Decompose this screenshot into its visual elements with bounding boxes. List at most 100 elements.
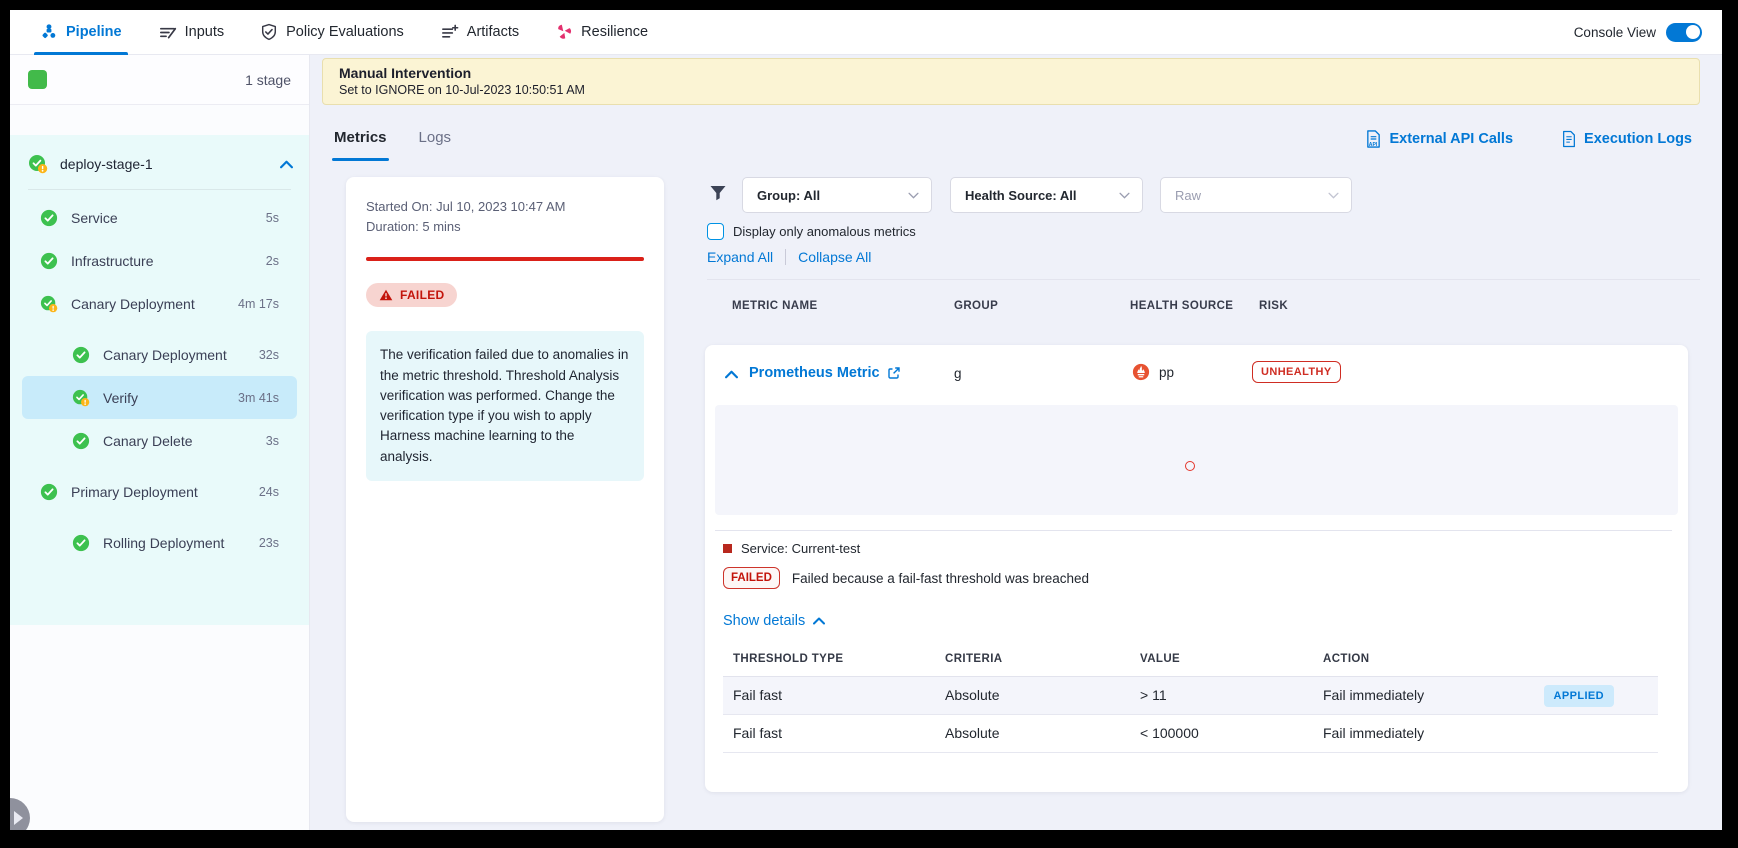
- threshold-table-header: THRESHOLD TYPE CRITERIA VALUE ACTION: [723, 651, 1658, 677]
- threshold-type-cell: Fail fast: [733, 725, 782, 741]
- stage-section: deploy-stage-1 Service 5s Infrastructure…: [10, 135, 309, 625]
- step-row-verify[interactable]: Verify 3m 41s: [22, 376, 297, 419]
- artifacts-icon: [440, 23, 459, 42]
- step-row-rolling-deployment[interactable]: Rolling Deployment 23s: [22, 521, 297, 564]
- link-label: Execution Logs: [1584, 131, 1692, 147]
- filter-funnel-icon[interactable]: [708, 183, 728, 203]
- console-view-label: Console View: [1574, 25, 1656, 40]
- step-duration: 4m 17s: [238, 297, 279, 311]
- metric-name-link[interactable]: Prometheus Metric: [749, 365, 901, 381]
- step-duration: 3m 41s: [238, 391, 279, 405]
- show-details-label: Show details: [723, 613, 805, 629]
- main-content: Manual Intervention Set to IGNORE on 10-…: [310, 55, 1722, 830]
- step-duration: 24s: [259, 485, 279, 499]
- prometheus-icon: [1132, 363, 1150, 381]
- svg-text:API: API: [1369, 142, 1378, 148]
- step-duration: 2s: [266, 254, 279, 268]
- col-criteria: CRITERIA: [945, 653, 1003, 665]
- chevron-down-icon: [1328, 192, 1339, 199]
- tab-label: Policy Evaluations: [286, 24, 404, 40]
- step-row-canary-delete[interactable]: Canary Delete 3s: [22, 419, 297, 462]
- action-cell: Fail immediately: [1323, 725, 1424, 741]
- criteria-cell: Absolute: [945, 687, 999, 703]
- anomalous-data-point[interactable]: [1185, 461, 1195, 471]
- stage-summary-row: 1 stage: [10, 55, 309, 105]
- external-api-calls-link[interactable]: API External API Calls: [1365, 129, 1513, 149]
- threshold-row: Fail fast Absolute < 100000 Fail immedia…: [723, 715, 1658, 753]
- policy-shield-check-icon: [260, 23, 278, 41]
- step-label: Canary Deployment: [103, 347, 227, 363]
- select-value: Health Source: All: [965, 188, 1076, 203]
- raw-filter-select[interactable]: Raw: [1160, 177, 1352, 213]
- tab-label: Artifacts: [467, 24, 519, 40]
- anomalous-metrics-checkbox[interactable]: [707, 223, 724, 240]
- step-row-infrastructure[interactable]: Infrastructure 2s: [22, 239, 297, 282]
- col-risk: RISK: [1259, 300, 1288, 312]
- risk-badge: UNHEALTHY: [1252, 361, 1341, 383]
- health-source-filter-select[interactable]: Health Source: All: [950, 177, 1143, 213]
- top-navigation: Pipeline Inputs Policy Evaluations Artif…: [10, 10, 1722, 55]
- value-cell: > 11: [1140, 687, 1167, 703]
- step-label: Canary Deployment: [71, 296, 195, 312]
- success-warning-icon: [72, 389, 90, 407]
- toggle-knob: [1686, 25, 1700, 39]
- stage-count: 1 stage: [245, 72, 291, 88]
- tab-metrics[interactable]: Metrics: [332, 117, 389, 161]
- check-circle-icon: [40, 209, 58, 227]
- col-health-source: HEALTH SOURCE: [1130, 300, 1233, 312]
- tab-logs[interactable]: Logs: [417, 117, 454, 161]
- applied-badge: APPLIED: [1544, 685, 1614, 707]
- step-label: Verify: [103, 390, 138, 406]
- step-duration: 5s: [266, 211, 279, 225]
- step-row-canary-deployment[interactable]: Canary Deployment 32s: [22, 333, 297, 376]
- tab-artifacts[interactable]: Artifacts: [440, 10, 519, 55]
- criteria-cell: Absolute: [945, 725, 999, 741]
- verification-summary-card: Started On: Jul 10, 2023 10:47 AM Durati…: [346, 177, 664, 822]
- tab-policy-evaluations[interactable]: Policy Evaluations: [260, 10, 404, 55]
- metric-chart-area: [715, 405, 1678, 515]
- tab-pipeline[interactable]: Pipeline: [40, 10, 122, 55]
- select-placeholder: Raw: [1175, 188, 1201, 203]
- threshold-table: THRESHOLD TYPE CRITERIA VALUE ACTION Fai…: [723, 651, 1658, 753]
- show-details-link[interactable]: Show details: [723, 613, 825, 629]
- step-label: Infrastructure: [71, 253, 153, 269]
- check-circle-icon: [40, 252, 58, 270]
- step-label: Rolling Deployment: [103, 535, 224, 551]
- threshold-type-cell: Fail fast: [733, 687, 782, 703]
- metric-table-header-row: METRIC NAME GROUP HEALTH SOURCE RISK: [310, 300, 1722, 320]
- value-cell: < 100000: [1140, 725, 1199, 741]
- step-row-canary-deployment-group[interactable]: Canary Deployment 4m 17s: [22, 282, 297, 325]
- chevron-down-icon: [908, 192, 919, 199]
- anomalous-metrics-label: Display only anomalous metrics: [733, 224, 916, 239]
- tab-inputs[interactable]: Inputs: [158, 10, 225, 55]
- step-row-service[interactable]: Service 5s: [22, 196, 297, 239]
- divider: [715, 530, 1672, 531]
- col-action: ACTION: [1323, 653, 1369, 665]
- check-circle-icon: [72, 432, 90, 450]
- resilience-chaos-icon: [555, 23, 573, 41]
- step-row-primary-deployment-group[interactable]: Primary Deployment 24s: [22, 470, 297, 513]
- group-filter-select[interactable]: Group: All: [742, 177, 932, 213]
- collapse-chevron-up-icon[interactable]: [725, 370, 738, 379]
- metrics-logs-tabs: Metrics Logs: [332, 117, 453, 161]
- check-circle-icon: [72, 346, 90, 364]
- check-circle-icon: [72, 534, 90, 552]
- execution-sidebar: 1 stage deploy-stage-1 Service 5s Infr: [10, 55, 310, 830]
- console-view-toggle[interactable]: [1666, 23, 1702, 42]
- manual-intervention-banner: Manual Intervention Set to IGNORE on 10-…: [322, 58, 1700, 105]
- link-label: External API Calls: [1389, 131, 1513, 147]
- expand-right-arrow-icon: [14, 811, 23, 825]
- execution-logs-link[interactable]: Execution Logs: [1561, 129, 1692, 149]
- health-source-label: pp: [1159, 365, 1174, 380]
- collapse-all-link[interactable]: Collapse All: [798, 249, 871, 265]
- step-duration: 23s: [259, 536, 279, 550]
- stage-row-deploy-stage-1[interactable]: deploy-stage-1: [10, 147, 309, 181]
- chevron-up-icon[interactable]: [280, 160, 293, 169]
- started-on: Started On: Jul 10, 2023 10:47 AM: [366, 197, 644, 217]
- banner-title: Manual Intervention: [339, 65, 1683, 81]
- banner-subtitle: Set to IGNORE on 10-Jul-2023 10:50:51 AM: [339, 83, 1683, 97]
- tab-label: Resilience: [581, 24, 648, 40]
- tab-resilience[interactable]: Resilience: [555, 10, 648, 55]
- health-source-cell: pp: [1132, 363, 1174, 381]
- expand-all-link[interactable]: Expand All: [707, 249, 773, 265]
